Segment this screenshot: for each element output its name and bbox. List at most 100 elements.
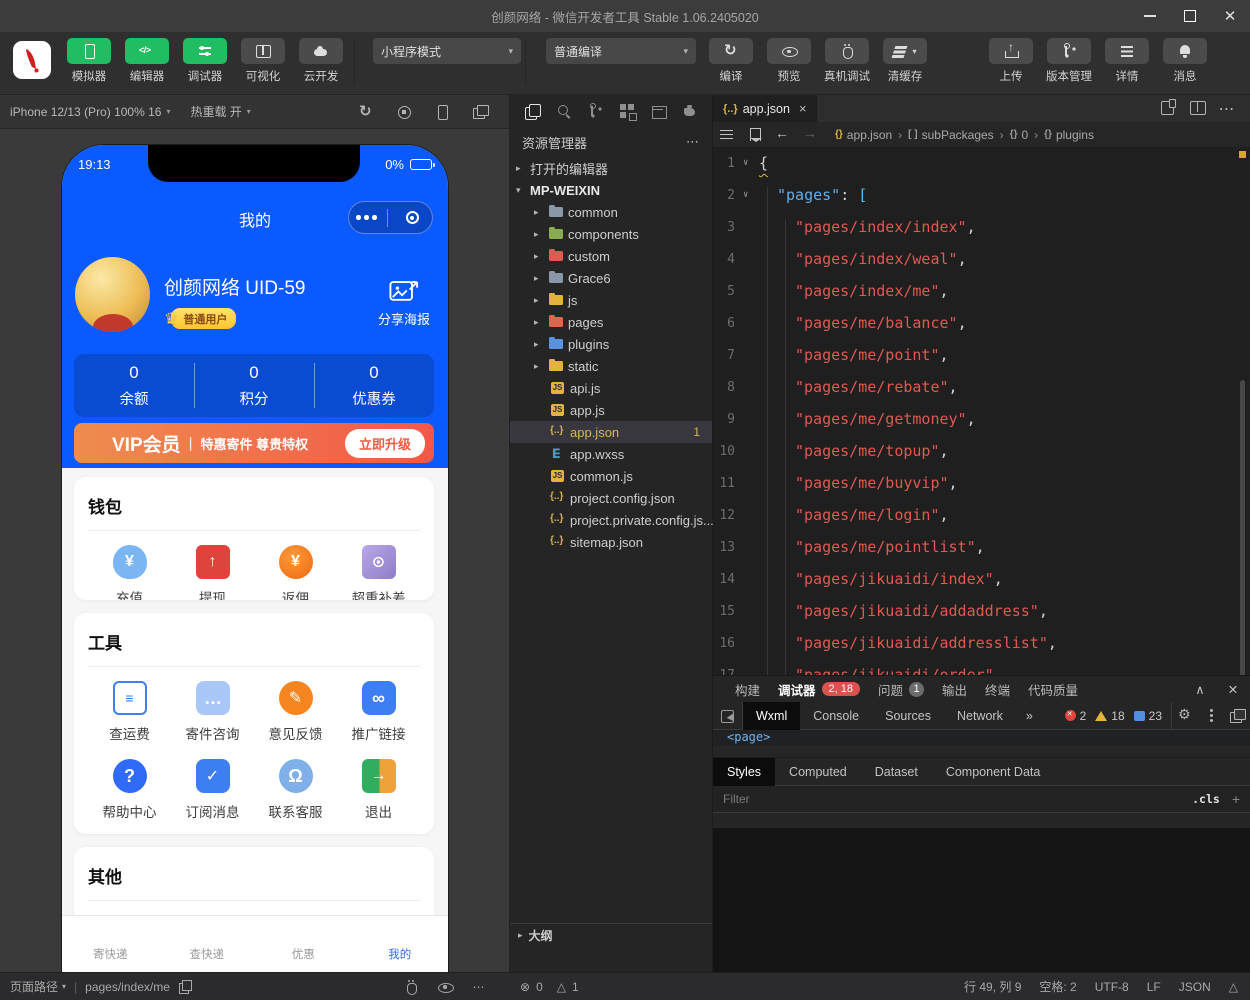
menu-item[interactable] [198,0,220,32]
tree-item[interactable]: ▸ plugins [510,333,712,355]
sim-detach-icon[interactable] [461,104,499,120]
styles-filter-input[interactable] [723,792,1192,806]
element-tree-snippet[interactable]: <page> [713,730,1250,745]
tabbar-item[interactable]: 寄快递 [62,916,159,965]
copy-path-icon[interactable] [178,980,192,994]
tree-item[interactable]: ▸ static [510,355,712,377]
editor-tab-appjson[interactable]: {..} app.json × [713,95,817,122]
menu-item[interactable] [0,0,22,32]
devtools-tab[interactable]: Network [944,702,1016,730]
tree-item[interactable]: app.json 1 [510,421,712,443]
menu-item[interactable] [132,0,154,32]
stat-item[interactable]: 0 余额 [74,354,194,417]
kettle-icon[interactable] [674,103,706,119]
tool-item[interactable]: ? 帮助中心 [88,759,171,831]
tree-item[interactable]: ▸ common [510,201,712,223]
tree-item[interactable]: ▸ components [510,223,712,245]
search-icon[interactable] [548,103,580,119]
devtools-tab[interactable]: Sources [872,702,944,730]
statusbar-more-icon[interactable]: ⋯ [462,980,496,994]
menu-item[interactable] [110,0,132,32]
statusbar-bug-icon[interactable] [394,979,428,995]
avatar[interactable] [75,257,150,332]
split-editor-icon[interactable] [1152,99,1182,119]
devtools-settings-icon[interactable] [1172,708,1198,724]
toolbar-release-button[interactable]: 详情 [1098,38,1156,84]
wallet-item[interactable]: ↑ 提现 [171,545,254,600]
style-tab[interactable]: Dataset [861,758,932,786]
inspect-element-icon[interactable] [713,702,743,729]
tree-item[interactable]: ▸ Grace6 [510,267,712,289]
debugger-tab[interactable]: 输出 [942,680,967,699]
tree-item[interactable]: ▸ js [510,289,712,311]
debugger-tab[interactable]: 终端 [985,680,1010,699]
stat-item[interactable]: 0 积分 [194,354,314,417]
debugger-tab[interactable]: 构建 [735,680,760,699]
tool-item[interactable]: ✎ 意见反馈 [254,681,337,753]
page-path-value[interactable]: pages/index/me [85,980,170,994]
nav-forward-icon[interactable] [797,127,825,143]
share-poster-button[interactable]: 分享海报 [378,277,430,328]
menu-item[interactable] [220,0,242,32]
tabbar-item[interactable]: 优惠 [255,916,352,965]
statusbar-eye-icon[interactable] [428,979,462,995]
debugger-tab[interactable]: 调试器 2, 18 [778,680,860,699]
tool-item[interactable]: ✓ 订阅消息 [171,759,254,831]
cursor-position[interactable]: 行 49, 列 9 [964,978,1021,995]
tool-item[interactable]: … 寄件咨询 [171,681,254,753]
problems-indicator[interactable]: ⊗0 △1 [520,980,585,994]
toolbar-view-button[interactable]: 编辑器 [118,38,176,84]
tool-item[interactable]: ≡ 查运费 [88,681,171,753]
devtools-kebab-icon[interactable] [1198,708,1224,724]
tree-item[interactable]: sitemap.json [510,531,712,553]
tabbar-item[interactable]: 查快递 [159,916,256,965]
toolbar-view-button[interactable]: 云开发 [292,38,350,84]
devtools-tab[interactable]: Wxml [743,702,800,730]
sim-record-icon[interactable] [385,104,423,120]
menu-item[interactable] [88,0,110,32]
toolbar-release-button[interactable]: 上传 [982,38,1040,84]
wallet-item[interactable]: ¥ 返佣 [254,545,337,600]
indentation[interactable]: 空格: 2 [1039,978,1076,995]
layout-columns-icon[interactable] [1182,99,1212,119]
page-path-label[interactable]: 页面路径 [10,978,58,995]
device-select[interactable]: iPhone 12/13 (Pro) 100% 16▾ [0,95,180,128]
bookmark-icon[interactable] [741,127,769,143]
tool-item[interactable]: → 退出 [337,759,420,831]
statusbar-warning-icon[interactable]: △ [1229,980,1238,994]
mode-select[interactable]: 小程序模式▾ [373,38,521,64]
tree-item[interactable]: ▸ 打开的编辑器 [510,157,712,179]
menu-item[interactable] [22,0,44,32]
breadcrumb-item[interactable]: › {} 0 [994,128,1028,142]
tree-item[interactable]: api.js [510,377,712,399]
encoding[interactable]: UTF-8 [1095,980,1129,994]
window-icon[interactable] [643,103,675,119]
style-tab[interactable]: Computed [775,758,861,786]
cls-label[interactable]: .cls [1192,792,1220,806]
vip-banner[interactable]: VIP会员 | 特惠寄件 尊贵特权 立即升级 [74,423,434,463]
breadcrumb-item[interactable]: › [ ] subPackages [892,128,994,142]
git-branch-icon[interactable] [579,103,611,119]
debugger-tab[interactable]: 问题 1 [878,680,924,699]
upgrade-button[interactable]: 立即升级 [345,429,425,458]
capsule-menu[interactable] [348,201,433,234]
add-class-icon[interactable]: + [1232,791,1240,807]
eol[interactable]: LF [1147,980,1161,994]
sim-device-icon[interactable] [423,104,461,120]
wallet-item[interactable]: ⊙ 超重补差 [337,545,420,600]
more-dots-icon[interactable] [364,215,369,220]
devtools-detach-icon[interactable] [1224,708,1250,724]
more-tabs-icon[interactable]: » [1016,709,1043,723]
close-target-icon[interactable] [406,211,419,224]
maximize-button[interactable] [1170,0,1210,32]
toolbar-action-button[interactable]: ▾ 真机调试 [818,38,876,84]
tool-item[interactable]: ∞ 推广链接 [337,681,420,753]
tree-item[interactable]: ▾ MP-WEIXIN [510,179,712,201]
editor-more-icon[interactable]: ⋯ [1212,99,1242,119]
tool-item[interactable]: Ω 联系客服 [254,759,337,831]
extensions-icon[interactable] [611,103,643,119]
wallet-item[interactable]: ¥ 充值 [88,545,171,600]
toolbar-release-button[interactable]: 消息 [1156,38,1214,84]
toolbar-view-button[interactable]: 模拟器 [60,38,118,84]
compile-mode-select[interactable]: 普通编译▾ [546,38,696,64]
